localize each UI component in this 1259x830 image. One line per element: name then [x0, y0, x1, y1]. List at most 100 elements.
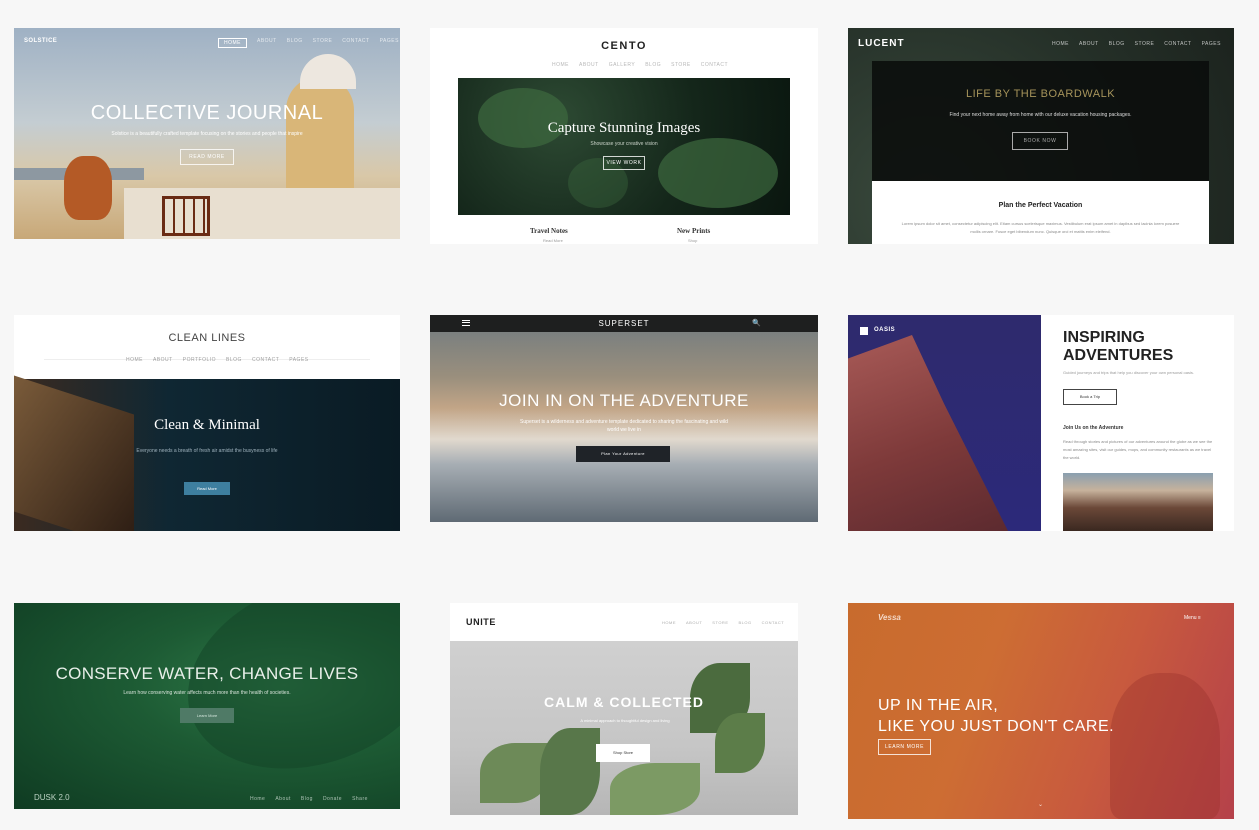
template-card-vessa[interactable]: Vessa Menu ≡ UP IN THE AIR, LIKE YOU JUS…: [848, 603, 1234, 819]
hero-title: COLLECTIVE JOURNAL: [90, 102, 324, 124]
hero-panel: [872, 61, 1209, 181]
nav-item[interactable]: Store: [1135, 41, 1155, 47]
nav-item[interactable]: Blog: [645, 62, 661, 68]
nav-item[interactable]: Blog: [301, 796, 313, 802]
plan-adventure-button[interactable]: Plan Your Adventure: [576, 446, 670, 462]
nav-item[interactable]: Store: [712, 620, 728, 625]
hero-title-line: INSPIRING: [1063, 329, 1145, 346]
logo-mark-icon: [860, 327, 868, 335]
hero-title: Capture Stunning Images: [547, 120, 701, 136]
windmill-dome-image: [300, 54, 356, 89]
template-card-clean-lines[interactable]: CLEAN LINES Home About Portfolio Blog Co…: [14, 315, 400, 531]
nav-item[interactable]: About: [686, 620, 702, 625]
template-card-superset[interactable]: SUPERSET 🔍 JOIN IN ON THE ADVENTURE Supe…: [430, 315, 818, 522]
nav-item[interactable]: Blog: [226, 357, 242, 363]
fern-shape: [478, 88, 568, 148]
hero-title-line: ADVENTURES: [1063, 347, 1174, 364]
shop-store-button[interactable]: Shop Store: [596, 744, 650, 762]
search-icon[interactable]: 🔍: [752, 319, 761, 327]
template-card-oasis[interactable]: OASIS INSPIRING ADVENTURES Guided journe…: [848, 315, 1234, 531]
template-card-unite[interactable]: UNITE Home About Store Blog Contact CALM…: [450, 603, 798, 815]
intro-text: Guided journeys and trips that help you …: [1063, 370, 1194, 375]
nav-item[interactable]: About: [579, 62, 599, 68]
hero-title: INSPIRING ADVENTURES: [1063, 329, 1173, 365]
nav-item[interactable]: Store: [313, 38, 333, 48]
site-logo[interactable]: CLEAN LINES: [14, 332, 400, 344]
site-logo[interactable]: Vessa: [878, 613, 901, 622]
nav-item[interactable]: Home: [1052, 41, 1069, 47]
site-logo[interactable]: CENTO: [430, 40, 818, 52]
nav-item[interactable]: About: [257, 38, 277, 48]
nav-item[interactable]: About: [1079, 41, 1099, 47]
section-title: Join Us on the Adventure: [1063, 425, 1124, 431]
nav-item[interactable]: Contact: [1164, 41, 1191, 47]
nav-item[interactable]: Gallery: [609, 62, 635, 68]
site-logo[interactable]: LUCENT: [858, 38, 905, 49]
photographer-silhouette: [1110, 673, 1220, 819]
nav-item[interactable]: Blog: [287, 38, 303, 48]
template-card-solstice[interactable]: SOLSTICE Home About Blog Store Contact P…: [14, 28, 400, 239]
book-now-button[interactable]: Book Now: [1012, 132, 1068, 150]
nav-item[interactable]: Contact: [252, 357, 279, 363]
site-nav: Home About Blog Store Contact Pages: [218, 38, 399, 48]
column-link-left[interactable]: Read More: [543, 238, 563, 243]
nav-item[interactable]: Donate: [323, 796, 342, 802]
section-title: Plan the Perfect Vacation: [998, 202, 1083, 209]
hero-title: Clean & Minimal: [154, 417, 260, 433]
column-link-right[interactable]: Shop: [688, 238, 697, 243]
site-nav: Home About Portfolio Blog Contact Pages: [126, 357, 309, 363]
nav-item[interactable]: Pages: [380, 38, 399, 48]
nav-item[interactable]: Contact: [762, 620, 785, 625]
hero-title: LIFE BY THE BOARDWALK: [965, 88, 1116, 100]
nav-item[interactable]: Home: [552, 62, 569, 68]
nav-item[interactable]: Pages: [1202, 41, 1221, 47]
template-card-cento[interactable]: CENTO Home About Gallery Blog Store Cont…: [430, 28, 818, 244]
nav-item[interactable]: Blog: [1109, 41, 1125, 47]
footer-nav: Home About Blog Donate Share: [250, 796, 368, 802]
fern-shape: [658, 138, 778, 208]
hero-subtitle: Superset is a wilderness and adventure t…: [520, 419, 728, 433]
nav-item[interactable]: Home: [250, 796, 265, 802]
column-title-right: New Prints: [677, 227, 711, 235]
site-logo[interactable]: SOLSTICE: [24, 38, 57, 44]
nav-item[interactable]: Pages: [289, 357, 308, 363]
plant-leaf-shape: [610, 763, 700, 815]
scroll-down-icon[interactable]: ⌄: [1038, 801, 1043, 808]
hero-subtitle: Solstice is a beautifully crafted templa…: [111, 131, 303, 137]
book-trip-button[interactable]: Book a Trip: [1063, 389, 1117, 405]
read-more-button[interactable]: Read More: [184, 482, 230, 495]
site-logo[interactable]: OASIS: [874, 327, 895, 333]
learn-more-button[interactable]: Learn More: [878, 739, 931, 755]
template-card-lucent[interactable]: LUCENT Home About Blog Store Contact Pag…: [848, 28, 1234, 244]
hero-subtitle: Showcase your creative vision: [590, 141, 658, 147]
nav-item[interactable]: About: [153, 357, 173, 363]
pot-image: [64, 156, 112, 220]
nav-item[interactable]: Share: [352, 796, 368, 802]
hero-title: CALM & COLLECTED: [544, 694, 704, 710]
railing-image: [162, 196, 210, 236]
learn-more-button[interactable]: Learn More: [180, 708, 234, 723]
nav-item[interactable]: Home: [218, 38, 247, 48]
nav-item[interactable]: Store: [671, 62, 691, 68]
nav-item[interactable]: Portfolio: [183, 357, 216, 363]
hero-title-line: UP IN THE AIR,: [878, 697, 999, 714]
site-logo[interactable]: UNITE: [466, 617, 496, 627]
nav-item[interactable]: Contact: [342, 38, 369, 48]
footer-logo[interactable]: DUSK 2.0: [34, 793, 70, 802]
read-more-button[interactable]: Read More: [180, 149, 234, 165]
nav-item[interactable]: Contact: [701, 62, 728, 68]
view-work-button[interactable]: View Work: [603, 156, 645, 170]
hero-subtitle: A minimal approach to thoughtful design …: [580, 718, 670, 723]
nav-item[interactable]: About: [275, 796, 291, 802]
hero-title: CONSERVE WATER, CHANGE LIVES: [55, 664, 359, 683]
nav-item[interactable]: Home: [126, 357, 143, 363]
leaf-image: [161, 603, 400, 803]
menu-button[interactable]: Menu ≡: [1184, 615, 1201, 621]
template-card-dusk[interactable]: CONSERVE WATER, CHANGE LIVES Learn how c…: [14, 603, 400, 809]
nav-item[interactable]: Home: [662, 620, 676, 625]
canyon-image: [1063, 473, 1213, 531]
hero-subtitle: Everyone needs a breath of fresh air ami…: [136, 448, 278, 454]
nav-item[interactable]: Blog: [739, 620, 752, 625]
hero-title-line: LIKE YOU JUST DON'T CARE.: [878, 718, 1115, 735]
plant-leaf-shape: [540, 728, 600, 815]
